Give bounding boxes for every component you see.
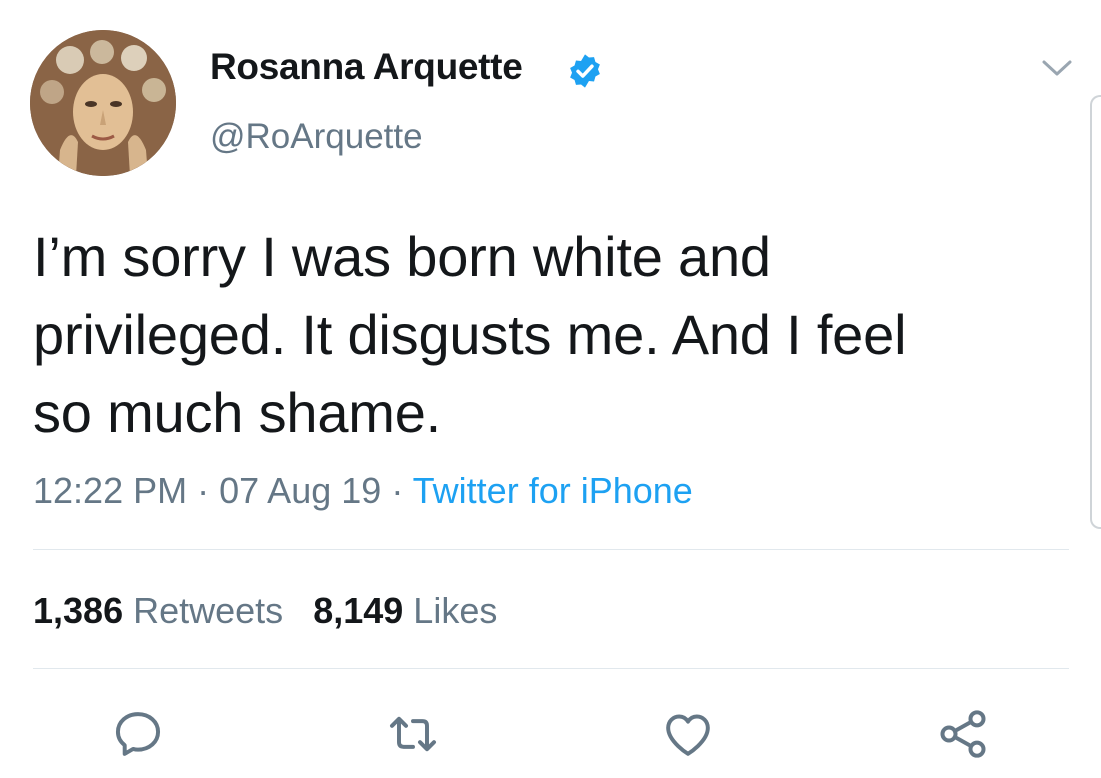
like-button[interactable] <box>660 706 716 762</box>
tweet-source-link[interactable]: Twitter for iPhone <box>413 470 693 511</box>
tweet-time: 12:22 PM <box>33 470 188 511</box>
likes-stat[interactable]: 8,149 Likes <box>313 590 497 631</box>
divider <box>33 668 1069 669</box>
tweet-date: 07 Aug 19 <box>219 470 382 511</box>
heart-icon <box>666 714 710 756</box>
retweets-count: 1,386 <box>33 590 124 631</box>
likes-count: 8,149 <box>313 590 404 631</box>
retweet-icon <box>390 716 436 752</box>
avatar-image <box>30 30 176 176</box>
retweets-label: Retweets <box>133 590 284 631</box>
retweet-button[interactable] <box>385 706 441 762</box>
likes-label: Likes <box>413 590 498 631</box>
scrollbar[interactable] <box>1090 95 1101 529</box>
retweets-stat[interactable]: 1,386 Retweets <box>33 590 283 631</box>
tweet-meta: 12:22 PM · 07 Aug 19 · Twitter for iPhon… <box>33 470 693 512</box>
tweet-text: I’m sorry I was born white and privilege… <box>33 225 907 444</box>
share-icon <box>940 710 986 758</box>
meta-separator: · <box>197 470 210 511</box>
avatar[interactable] <box>30 30 176 176</box>
chevron-down-icon[interactable] <box>1040 56 1074 80</box>
engagement-stats: 1,386 Retweets 8,149 Likes <box>33 590 497 632</box>
reply-icon <box>115 712 161 756</box>
verified-badge-icon <box>566 52 604 90</box>
author-handle[interactable]: @RoArquette <box>210 117 423 157</box>
reply-button[interactable] <box>110 706 166 762</box>
author-display-name[interactable]: Rosanna Arquette <box>210 46 523 88</box>
divider <box>33 549 1069 550</box>
share-button[interactable] <box>935 706 991 762</box>
meta-separator: · <box>391 470 404 511</box>
